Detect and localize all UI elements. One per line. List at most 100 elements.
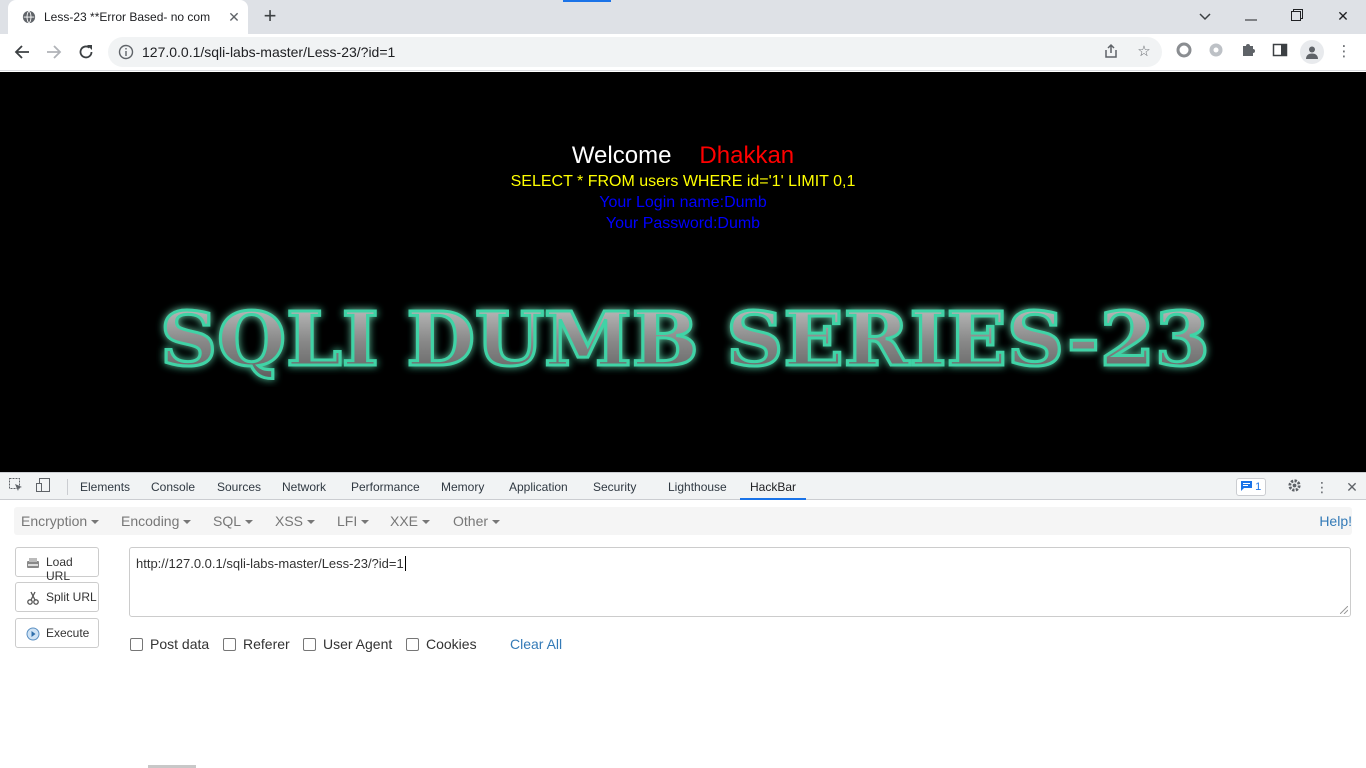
caret-icon [422,520,431,525]
cog-extension-icon [1209,43,1223,57]
arrow-left-icon [14,45,29,59]
caret-icon [307,520,316,525]
toolbar-divider [67,479,68,495]
tab-sources[interactable]: Sources [217,480,261,494]
device-toolbar-icon[interactable] [34,478,52,496]
clear-all-link[interactable]: Clear All [510,636,562,652]
checkbox-box[interactable] [406,638,419,651]
help-link[interactable]: Help! [1319,513,1352,529]
post-data-label: Post data [150,636,210,652]
info-icon[interactable] [118,44,134,60]
devtools-close-icon[interactable]: ✕ [1343,478,1361,496]
share-arrow-icon [1105,43,1117,58]
side-panel-icon[interactable] [1270,42,1290,62]
welcome-line: Welcome Dhakkan [0,142,1366,170]
hackbar-menubar: Encryption Encoding SQL XSS LFI XXE Othe… [14,507,1352,535]
address-bar[interactable]: 127.0.0.1/sqli-labs-master/Less-23/?id=1… [108,37,1162,67]
menu-encoding[interactable]: Encoding [121,513,192,529]
caret-icon [91,520,100,525]
browser-tab[interactable]: Less-23 **Error Based- no com ✕ [8,0,248,34]
checkbox-box[interactable] [223,638,236,651]
extensions-puzzle-icon [1243,44,1255,56]
checkbox-box[interactable] [303,638,316,651]
panel-icon [1272,43,1288,57]
tab-search-chevron-icon[interactable] [1190,4,1220,28]
tab-strip: Less-23 **Error Based- no com ✕ + ✕ [0,0,1366,34]
forward-arrow-icon[interactable] [40,38,68,66]
menu-lfi-label: LFI [337,513,358,529]
play-icon [26,627,40,641]
menu-xss[interactable]: XSS [275,513,316,529]
devtools-more-icon[interactable]: ⋮ [1313,478,1331,496]
resize-grip-icon[interactable] [1340,606,1348,614]
caret-icon [245,520,254,525]
caret-icon [183,520,192,525]
cookies-label: Cookies [426,636,477,652]
tab-title: Less-23 **Error Based- no com [44,10,211,24]
split-url-button[interactable]: Split URL [15,582,99,612]
restore-icon[interactable] [1282,4,1312,28]
execute-button[interactable]: Execute [15,618,99,648]
user-agent-label: User Agent [323,636,393,652]
puzzle-icon[interactable] [1238,42,1258,62]
load-drive-icon [27,558,39,568]
cursor-box-icon [9,478,22,491]
tab-network[interactable]: Network [282,480,326,494]
devtools-tabbar: Elements Console Sources Network Perform… [0,472,1366,500]
issues-badge[interactable]: 1 [1236,478,1266,496]
tab-hackbar[interactable]: HackBar [750,480,796,494]
extension-circle-icon[interactable] [1174,42,1194,62]
person-icon [1306,46,1318,59]
menu-xxe[interactable]: XXE [390,513,431,529]
checkbox-box[interactable] [130,638,143,651]
close-icon[interactable]: ✕ [226,9,242,25]
menu-xxe-label: XXE [390,513,419,529]
username-text: Dhakkan [699,142,795,169]
tab-application[interactable]: Application [509,480,568,494]
tab-elements[interactable]: Elements [80,480,130,494]
page-viewport: Welcome Dhakkan SELECT * FROM users WHERE… [0,72,1366,472]
menu-sql[interactable]: SQL [213,513,254,529]
tab-lighthouse[interactable]: Lighthouse [668,480,727,494]
globe-icon [22,10,36,24]
url-textarea[interactable]: http://127.0.0.1/sqli-labs-master/Less-2… [129,547,1351,617]
menu-xss-label: XSS [275,513,304,529]
close-window-icon[interactable]: ✕ [1328,4,1358,28]
arrow-right-icon [47,45,62,59]
menu-sql-label: SQL [213,513,242,529]
tab-search-indicator [563,0,611,2]
tab-security[interactable]: Security [593,480,636,494]
extension-gear-icon[interactable] [1206,42,1226,62]
refresh-icon [79,45,93,59]
welcome-text: Welcome [571,142,672,169]
split-url-label: Split URL [46,590,97,604]
login-name-text: Your Login name:Dumb [599,194,767,211]
reload-icon[interactable] [72,38,100,66]
menu-other[interactable]: Other [453,513,501,529]
ring-icon [1176,42,1192,58]
caret-icon [361,520,370,525]
scissors-icon [27,591,39,605]
password-text: Your Password:Dumb [605,215,761,232]
url-text[interactable]: 127.0.0.1/sqli-labs-master/Less-23/?id=1 [142,44,395,60]
new-tab-plus-icon[interactable]: + [258,5,282,29]
load-url-label: Load URL [46,555,73,583]
caret-icon [492,520,501,525]
menu-encryption[interactable]: Encryption [21,513,100,529]
load-url-button[interactable]: Load URL [15,547,99,583]
settings-gear-icon[interactable] [1285,478,1303,496]
kebab-menu-icon[interactable]: ⋮ [1334,42,1354,62]
device-icon [36,478,50,492]
back-arrow-icon[interactable] [8,38,36,66]
tab-performance[interactable]: Performance [351,480,420,494]
inspect-element-icon[interactable] [7,478,25,496]
menu-lfi[interactable]: LFI [337,513,370,529]
profile-avatar-icon[interactable] [1300,40,1324,64]
tab-console[interactable]: Console [151,480,195,494]
gear-icon [1287,479,1301,492]
bookmark-star-icon[interactable]: ☆ [1135,43,1153,61]
share-icon[interactable] [1102,43,1120,61]
tab-memory[interactable]: Memory [441,480,484,494]
message-icon [1241,481,1252,491]
minimize-icon[interactable] [1236,4,1266,28]
